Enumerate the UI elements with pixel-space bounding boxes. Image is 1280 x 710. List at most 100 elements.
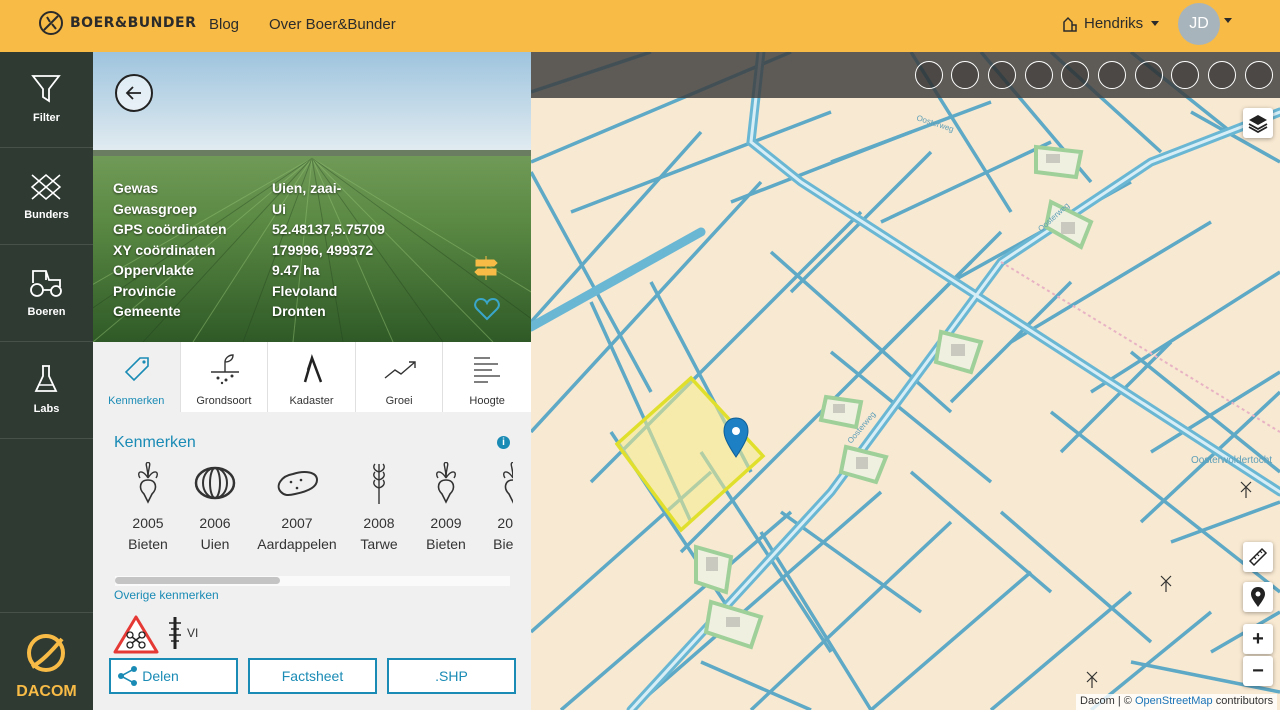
layer-sensor-icon[interactable]: [1171, 61, 1199, 89]
crop-name: Aardappelen: [257, 535, 337, 552]
soil-sprout-icon: [210, 354, 239, 385]
drone-warning-icon[interactable]: [113, 614, 159, 654]
layer-kadaster-icon[interactable]: [1208, 61, 1236, 89]
info-key: Gemeente: [113, 303, 181, 319]
crop-scrollbar-thumb[interactable]: [115, 577, 280, 584]
info-row: Gewasgroep Ui: [113, 201, 385, 222]
tab-label: Kenmerken: [108, 395, 165, 407]
tab-label: Kadaster: [289, 395, 334, 407]
ruler-post-icon: [169, 617, 181, 649]
tab-grondsoort[interactable]: Grondsoort: [180, 342, 269, 412]
avatar-chevron-down-icon[interactable]: [1224, 18, 1232, 23]
layer-water-icon[interactable]: [1061, 61, 1089, 89]
locate-button[interactable]: [1243, 582, 1273, 612]
overige-kenmerken-link[interactable]: Overige kenmerken: [114, 588, 219, 602]
crop-year: 2006: [199, 515, 231, 531]
share-icon: [118, 666, 137, 686]
avatar[interactable]: JD: [1178, 3, 1220, 45]
map-attribution: Dacom | © OpenStreetMap contributors: [1076, 694, 1278, 710]
canal-label: Oosterwoldertocht: [1191, 455, 1272, 466]
map-canvas[interactable]: Oosterweg Oosterweg Oosterweg Oosterwold…: [531, 52, 1280, 710]
crop-name: Uien: [200, 535, 230, 552]
signpost-icon[interactable]: [473, 254, 499, 282]
dacom-logo[interactable]: DACOM: [0, 612, 93, 710]
layer-crop-icon[interactable]: [1098, 61, 1126, 89]
info-key: Provincie: [113, 282, 177, 299]
info-value: Ui: [272, 200, 286, 217]
crop-item[interactable]: 2006 Uien: [170, 462, 260, 554]
share-label: Delen: [142, 668, 179, 684]
osm-link[interactable]: OpenStreetMap: [1135, 695, 1213, 707]
sidebar-item-boeren[interactable]: Boeren: [0, 246, 93, 342]
brand-logo[interactable]: BOER&BUNDER: [38, 10, 196, 36]
tab-label: Grondsoort: [196, 395, 252, 407]
dacom-brand-name: DACOM: [16, 683, 77, 700]
info-row: Oppervlakte 9.47 ha: [113, 262, 385, 283]
tab-label: Hoogte: [469, 395, 505, 407]
info-icon[interactable]: i: [497, 436, 510, 449]
dacom-leaf-icon: [27, 634, 65, 672]
tab-kenmerken[interactable]: Kenmerken: [93, 342, 181, 412]
filter-icon: [31, 75, 61, 103]
sidebar: Filter Bunders Boeren Labs DACOM: [0, 52, 93, 710]
user-menu[interactable]: Hendriks: [1062, 15, 1160, 32]
layer-elevation-icon[interactable]: [1245, 61, 1273, 89]
map-layer-toolbar: [531, 52, 1280, 98]
layer-drainage-icon[interactable]: [988, 61, 1016, 89]
crop-history-list: 2005 Bieten 2006 Uien 2007 Aardappelen 2…: [93, 462, 513, 562]
map-view[interactable]: Oosterweg Oosterweg Oosterweg Oosterwold…: [531, 52, 1280, 710]
crop-year: 2007: [281, 515, 313, 531]
tab-groei[interactable]: Groei: [355, 342, 444, 412]
layer-wave-icon[interactable]: [1135, 61, 1163, 89]
info-value: 179996, 499372: [272, 241, 374, 258]
tag-icon: [124, 357, 149, 382]
sidebar-item-bunders[interactable]: Bunders: [0, 149, 93, 245]
wheat-icon: [373, 463, 385, 504]
back-button[interactable]: [115, 74, 153, 112]
info-key: Oppervlakte: [113, 262, 194, 278]
info-value: 9.47 ha: [272, 262, 320, 278]
nav-blog[interactable]: Blog: [209, 16, 239, 33]
growth-chart-icon: [384, 361, 416, 379]
sidebar-item-label: Boeren: [27, 306, 66, 318]
shp-download-button[interactable]: .SHP: [387, 658, 516, 694]
tab-kadaster[interactable]: Kadaster: [268, 342, 356, 412]
zoom-in-button[interactable]: +: [1243, 624, 1273, 654]
layer-soil-icon[interactable]: [951, 61, 979, 89]
tab-hoogte[interactable]: Hoogte: [443, 342, 531, 412]
info-value: Flevoland: [272, 282, 338, 299]
attribution-suffix: contributors: [1215, 695, 1274, 707]
crop-year: 2010: [497, 515, 513, 531]
field-info-list: Gewas Uien, zaai- Gewasgroep Ui GPS coördi…: [113, 180, 385, 324]
info-row: Gewas Uien, zaai-: [113, 180, 385, 201]
sidebar-item-labs[interactable]: Labs: [0, 343, 93, 439]
info-key: Gewas: [113, 180, 159, 196]
layer-drone-icon[interactable]: [1025, 61, 1053, 89]
info-row: XY coördinaten 179996, 499372: [113, 242, 385, 263]
farm-icon: [1063, 16, 1077, 32]
field-photo: Gewas Uien, zaai- Gewasgroep Ui GPS coördi…: [93, 52, 531, 342]
user-name: Hendriks: [1084, 15, 1144, 32]
sidebar-item-filter[interactable]: Filter: [0, 52, 93, 148]
vi-label: VI: [187, 626, 199, 640]
info-value: Dronten: [272, 303, 326, 319]
factsheet-button[interactable]: Factsheet: [248, 658, 377, 694]
beet-icon: [503, 462, 513, 504]
top-bar: BOER&BUNDER Blog Over Boer&Bunder Hendri…: [0, 0, 1280, 52]
arrow-left-icon: [125, 86, 141, 100]
info-key: Gewasgroep: [113, 200, 198, 217]
nav-about[interactable]: Over Boer&Bunder: [269, 16, 396, 33]
info-value: Uien, zaai-: [272, 180, 342, 196]
measure-button[interactable]: [1243, 542, 1273, 572]
share-button[interactable]: Delen: [109, 658, 238, 694]
zoom-out-button[interactable]: −: [1243, 656, 1273, 686]
crop-item[interactable]: 2010 Bieten: [468, 462, 513, 554]
heart-icon[interactable]: [473, 296, 501, 322]
kadaster-icon: [303, 354, 323, 383]
chevron-down-icon: [1151, 21, 1160, 26]
wheel-icon: [39, 11, 63, 35]
crop-item[interactable]: 2007 Aardappelen: [253, 462, 341, 554]
layer-map-pin-icon[interactable]: [915, 61, 943, 89]
layers-button[interactable]: [1243, 108, 1273, 138]
sidebar-item-label: Filter: [33, 112, 60, 124]
